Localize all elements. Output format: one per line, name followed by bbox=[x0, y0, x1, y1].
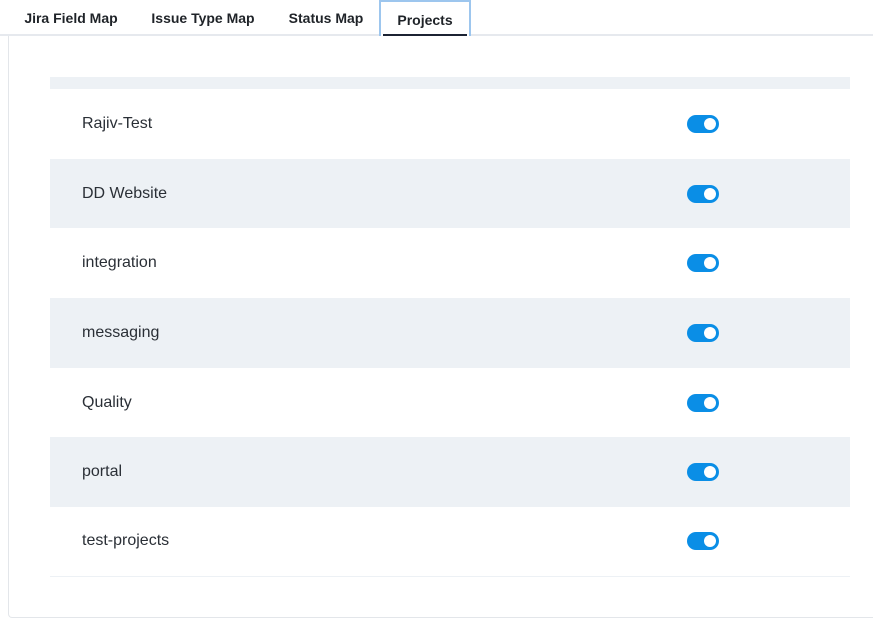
toggle-knob bbox=[704, 187, 716, 200]
project-enabled-toggle[interactable] bbox=[687, 393, 719, 412]
project-name: portal bbox=[82, 463, 123, 481]
tab-jira-field-map[interactable]: Jira Field Map bbox=[10, 0, 132, 36]
toggle-knob bbox=[704, 326, 716, 339]
project-name: Quality bbox=[82, 393, 132, 411]
project-name: integration bbox=[82, 254, 157, 272]
tab-projects[interactable]: Projects bbox=[379, 0, 471, 36]
project-list: Rajiv-Test DD Website integration messag… bbox=[50, 77, 850, 577]
list-header-strip bbox=[50, 77, 850, 89]
project-row: integration bbox=[50, 228, 850, 298]
project-name: DD Website bbox=[82, 184, 168, 202]
tab-status-map[interactable]: Status Map bbox=[274, 0, 378, 36]
project-row: Quality bbox=[50, 368, 850, 438]
project-enabled-toggle[interactable] bbox=[687, 254, 719, 273]
project-enabled-toggle[interactable] bbox=[687, 463, 719, 482]
project-enabled-toggle[interactable] bbox=[687, 114, 719, 133]
project-row: portal bbox=[50, 437, 850, 508]
project-name: messaging bbox=[82, 323, 160, 341]
projects-panel: Rajiv-Test DD Website integration messag… bbox=[8, 36, 873, 618]
project-name: test-projects bbox=[82, 532, 170, 550]
project-enabled-toggle[interactable] bbox=[687, 532, 719, 551]
project-enabled-toggle[interactable] bbox=[687, 323, 719, 342]
project-enabled-toggle[interactable] bbox=[687, 184, 719, 203]
project-row: Rajiv-Test bbox=[50, 89, 850, 159]
project-name: Rajiv-Test bbox=[82, 114, 153, 132]
project-row: DD Website bbox=[50, 158, 850, 229]
toggle-knob bbox=[704, 396, 716, 409]
tab-bar: Jira Field Map Issue Type Map Status Map… bbox=[0, 0, 873, 36]
toggle-knob bbox=[704, 117, 716, 130]
toggle-knob bbox=[704, 257, 716, 270]
toggle-knob bbox=[704, 535, 716, 548]
project-row: test-projects bbox=[50, 507, 850, 577]
tab-issue-type-map[interactable]: Issue Type Map bbox=[137, 0, 269, 36]
toggle-knob bbox=[704, 466, 716, 479]
project-row: messaging bbox=[50, 298, 850, 368]
